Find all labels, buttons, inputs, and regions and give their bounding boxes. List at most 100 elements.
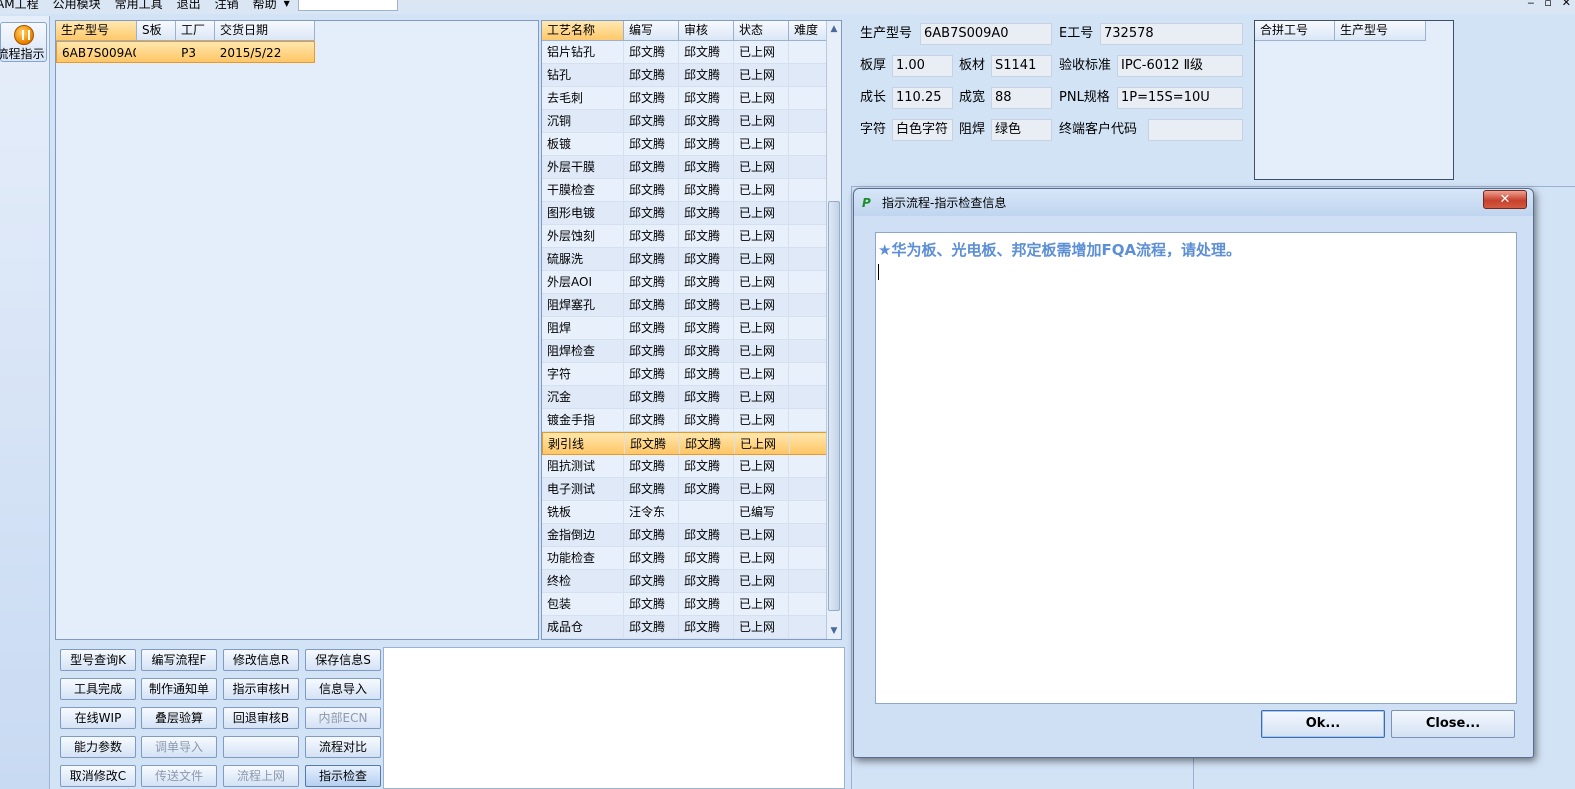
length-field[interactable]: 110.25 — [892, 87, 953, 109]
col-header-process-name[interactable]: 工艺名称 — [542, 21, 624, 40]
close-window-icon[interactable]: ✕ — [1562, 0, 1571, 9]
cell-difficulty — [789, 570, 827, 592]
col-header-merge-model[interactable]: 生产型号 — [1335, 21, 1426, 40]
material-field[interactable]: S1141 — [991, 55, 1052, 77]
col-header-merge-ework[interactable]: 合拼工号 — [1255, 21, 1335, 40]
col-header-s-board[interactable]: S板 — [137, 21, 176, 40]
tool-done-button[interactable]: 工具完成 — [60, 678, 136, 700]
menu-item-logout[interactable]: 注销 — [208, 0, 246, 11]
col-header-delivery-date[interactable]: 交货日期 — [215, 21, 315, 40]
table-row[interactable]: 阻焊检查 邱文腾 邱文腾 已上网 — [542, 340, 841, 363]
flow-instruction-button[interactable]: 流程指示 — [0, 22, 47, 62]
col-header-difficulty[interactable]: 难度 — [789, 21, 827, 40]
table-row[interactable]: 字符 邱文腾 邱文腾 已上网 — [542, 363, 841, 386]
table-row[interactable]: 镀金手指 邱文腾 邱文腾 已上网 — [542, 409, 841, 432]
internal-ecn-button[interactable]: 内部ECN — [305, 707, 381, 729]
model-query-button[interactable]: 型号查询K — [60, 649, 136, 671]
table-row[interactable]: 阻焊塞孔 邱文腾 邱文腾 已上网 — [542, 294, 841, 317]
table-row[interactable]: 电子测试 邱文腾 邱文腾 已上网 — [542, 478, 841, 501]
write-flow-button[interactable]: 编写流程F — [141, 649, 217, 671]
audit-instruction-button[interactable]: 指示审核H — [223, 678, 299, 700]
cell-process-name: 包装 — [542, 593, 624, 615]
send-file-button[interactable]: 传送文件 — [141, 765, 217, 787]
mask-field[interactable]: 绿色 — [991, 119, 1052, 141]
width-field[interactable]: 88 — [991, 87, 1052, 109]
menu-item-engineering[interactable]: AM工程 — [0, 0, 46, 11]
standard-field[interactable]: IPC-6012 Ⅱ级 — [1117, 55, 1243, 77]
dialog-message-area[interactable]: ★华为板、光电板、邦定板需增加FQA流程，请处理。 — [875, 232, 1517, 704]
ok-button[interactable]: Ok... — [1261, 710, 1385, 738]
cell-auditor: 邱文腾 — [679, 363, 734, 385]
minimize-icon[interactable]: ‒ — [1527, 0, 1534, 9]
pnl-field[interactable]: 1P=15S=10U — [1117, 87, 1243, 109]
cell-process-name: 字符 — [542, 363, 624, 385]
table-row[interactable]: 铣板 汪令东 已编写 — [542, 501, 841, 524]
table-row[interactable]: 钻孔 邱文腾 邱文腾 已上网 — [542, 64, 841, 87]
customer-field[interactable] — [1148, 119, 1243, 141]
thickness-field[interactable]: 1.00 — [892, 55, 953, 77]
table-row[interactable]: 外层蚀刻 邱文腾 邱文腾 已上网 — [542, 225, 841, 248]
dialog-titlebar[interactable]: P 指示流程-指示检查信息 — [854, 189, 1533, 216]
menu-dropdown-arrow-icon[interactable]: ▼ — [284, 0, 290, 11]
menu-item-help[interactable]: 帮助 — [246, 0, 284, 11]
table-row[interactable]: 干膜检查 邱文腾 邱文腾 已上网 — [542, 179, 841, 202]
table-row[interactable]: 沉金 邱文腾 邱文腾 已上网 — [542, 386, 841, 409]
model-field[interactable]: 6AB7S009A0 — [920, 23, 1052, 45]
scroll-thumb[interactable] — [828, 201, 840, 611]
transfer-import-button[interactable]: 调单导入 — [141, 736, 217, 758]
scroll-up-icon[interactable]: ▲ — [827, 21, 841, 37]
instruction-check-button[interactable]: 指示检查 — [305, 765, 381, 787]
cell-process-name: 沉金 — [542, 386, 624, 408]
table-row[interactable]: 外层AOI 邱文腾 邱文腾 已上网 — [542, 271, 841, 294]
table-row[interactable]: 图形电镀 邱文腾 邱文腾 已上网 — [542, 202, 841, 225]
char-field[interactable]: 白色字符 — [892, 119, 953, 141]
table-row[interactable]: 包装 邱文腾 邱文腾 已上网 — [542, 593, 841, 616]
table-row[interactable]: 金指倒边 邱文腾 邱文腾 已上网 — [542, 524, 841, 547]
restore-icon[interactable]: ▫ — [1544, 0, 1551, 9]
reject-audit-button[interactable]: 回退审核B — [223, 707, 299, 729]
scroll-down-icon[interactable]: ▼ — [827, 623, 841, 639]
table-row[interactable]: 板镀 邱文腾 邱文腾 已上网 — [542, 133, 841, 156]
menu-item-common-module[interactable]: 公用模块 — [46, 0, 108, 11]
table-row[interactable]: 外层干膜 邱文腾 邱文腾 已上网 — [542, 156, 841, 179]
close-button[interactable]: Close... — [1391, 710, 1515, 738]
menu-item-common-tools[interactable]: 常用工具 — [108, 0, 170, 11]
table-row[interactable]: 成品仓 邱文腾 邱文腾 已上网 — [542, 616, 841, 639]
col-header-status[interactable]: 状态 — [734, 21, 789, 40]
online-wip-button[interactable]: 在线WIP — [60, 707, 136, 729]
ework-field[interactable]: 732578 — [1100, 23, 1243, 45]
dialog-close-icon[interactable]: ✕ — [1483, 190, 1527, 209]
table-row[interactable]: 终检 邱文腾 邱文腾 已上网 — [542, 570, 841, 593]
table-row[interactable]: 阻抗测试 邱文腾 邱文腾 已上网 — [542, 455, 841, 478]
cell-status: 已上网 — [734, 225, 789, 247]
make-notice-button[interactable]: 制作通知单 — [141, 678, 217, 700]
flow-compare-button[interactable]: 流程对比 — [305, 736, 381, 758]
menu-item-exit[interactable]: 退出 — [170, 0, 208, 11]
stack-check-button[interactable]: 叠层验算 — [141, 707, 217, 729]
flow-online-button[interactable]: 流程上网 — [223, 765, 299, 787]
merge-grid-header: 合拼工号 生产型号 — [1255, 21, 1426, 41]
modify-info-button[interactable]: 修改信息R — [223, 649, 299, 671]
table-row[interactable]: 功能检查 邱文腾 邱文腾 已上网 — [542, 547, 841, 570]
cancel-modify-button[interactable]: 取消修改C — [60, 765, 136, 787]
col-header-factory[interactable]: 工厂 — [176, 21, 215, 40]
notes-textarea[interactable] — [383, 647, 845, 789]
col-header-model[interactable]: 生产型号 — [56, 21, 137, 40]
table-row[interactable]: 硫脲洗 邱文腾 邱文腾 已上网 — [542, 248, 841, 271]
import-info-button[interactable]: 信息导入 — [305, 678, 381, 700]
menu-combobox[interactable] — [297, 0, 398, 11]
cell-status: 已上网 — [734, 547, 789, 569]
table-row[interactable]: 去毛刺 邱文腾 邱文腾 已上网 — [542, 87, 841, 110]
cell-writer: 邱文腾 — [624, 248, 679, 270]
capability-button[interactable]: 能力参数 — [60, 736, 136, 758]
table-row[interactable]: 6AB7S009A0 P3 2015/5/22 — [56, 41, 315, 63]
process-grid-scrollbar[interactable]: ▲ ▼ — [826, 21, 841, 639]
table-row[interactable]: 剥引线 邱文腾 邱文腾 已上网 — [542, 432, 841, 455]
col-header-auditor[interactable]: 审核 — [679, 21, 734, 40]
save-info-button[interactable]: 保存信息S — [305, 649, 381, 671]
table-row[interactable]: 阻焊 邱文腾 邱文腾 已上网 — [542, 317, 841, 340]
blank-button[interactable] — [223, 736, 299, 758]
col-header-writer[interactable]: 编写 — [624, 21, 679, 40]
table-row[interactable]: 铝片钻孔 邱文腾 邱文腾 已上网 — [542, 41, 841, 64]
table-row[interactable]: 沉铜 邱文腾 邱文腾 已上网 — [542, 110, 841, 133]
